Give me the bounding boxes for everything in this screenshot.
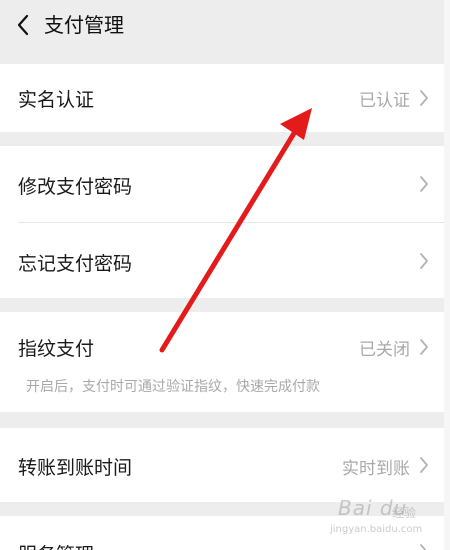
change-password-row[interactable]: 修改支付密码 bbox=[0, 146, 444, 222]
transfer-time-label: 转账到账时间 bbox=[18, 457, 133, 479]
page-title: 支付管理 bbox=[44, 13, 124, 37]
section-password: 修改支付密码 忘记支付密码 bbox=[0, 146, 444, 298]
real-name-status: 已认证 bbox=[359, 91, 410, 111]
back-button[interactable] bbox=[12, 12, 36, 38]
top-bar: 支付管理 bbox=[0, 0, 444, 52]
service-management-label: 服务管理 bbox=[18, 540, 94, 550]
section-transfer-time: 转账到账时间 实时到账 bbox=[0, 428, 444, 502]
fingerprint-label: 指纹支付 bbox=[18, 338, 95, 360]
real-name-label: 实名认证 bbox=[18, 89, 95, 111]
chevron-right-icon bbox=[420, 457, 428, 473]
transfer-time-row[interactable]: 转账到账时间 实时到账 bbox=[0, 428, 444, 502]
chevron-right-icon bbox=[420, 253, 428, 269]
baidu-watermark-url: jingyan.baidu.com bbox=[330, 524, 423, 535]
chevron-right-icon bbox=[420, 90, 428, 106]
chevron-right-icon bbox=[420, 544, 427, 550]
payment-management-screen: 支付管理 实名认证 已认证 修改支付密码 忘记支付密码 指纹支付 已关闭 开启后… bbox=[0, 0, 450, 550]
forgot-password-row[interactable]: 忘记支付密码 bbox=[0, 223, 444, 298]
forgot-password-label: 忘记支付密码 bbox=[18, 253, 133, 275]
fingerprint-row[interactable]: 指纹支付 已关闭 开启后，支付时可通过验证指纹，快速完成付款 bbox=[0, 312, 444, 412]
fingerprint-status: 已关闭 bbox=[359, 340, 410, 360]
baidu-watermark-sub: 经验 bbox=[392, 506, 417, 520]
section-real-name: 实名认证 已认证 bbox=[0, 64, 444, 132]
fingerprint-description: 开启后，支付时可通过验证指纹，快速完成付款 bbox=[26, 379, 320, 395]
transfer-time-value: 实时到账 bbox=[342, 459, 410, 479]
change-password-label: 修改支付密码 bbox=[18, 176, 133, 198]
chevron-right-icon bbox=[420, 176, 428, 192]
real-name-row[interactable]: 实名认证 已认证 bbox=[0, 64, 444, 132]
section-fingerprint: 指纹支付 已关闭 开启后，支付时可通过验证指纹，快速完成付款 bbox=[0, 312, 444, 412]
chevron-left-icon bbox=[17, 14, 29, 36]
chevron-right-icon bbox=[420, 339, 428, 355]
